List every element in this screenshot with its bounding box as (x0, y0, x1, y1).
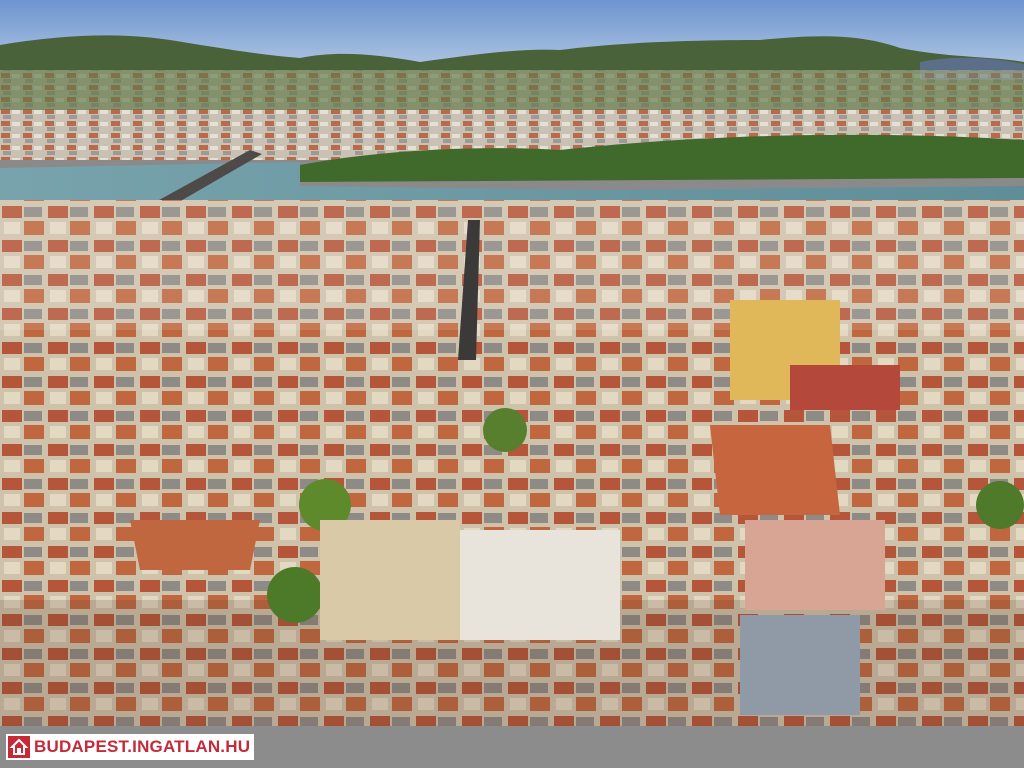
watermark-text: BUDAPEST.INGATLAN.HU (34, 737, 251, 756)
aerial-city-photo (0, 0, 1024, 726)
pink-building (745, 520, 885, 610)
white-building (460, 530, 620, 640)
site-watermark: BUDAPEST.INGATLAN.HU (6, 734, 255, 760)
red-roof-block (130, 520, 260, 570)
photo-frame: BUDAPEST.INGATLAN.HU (0, 0, 1024, 768)
cream-building (320, 520, 460, 640)
grey-roof-building (740, 615, 860, 715)
house-logo-icon (8, 736, 30, 758)
